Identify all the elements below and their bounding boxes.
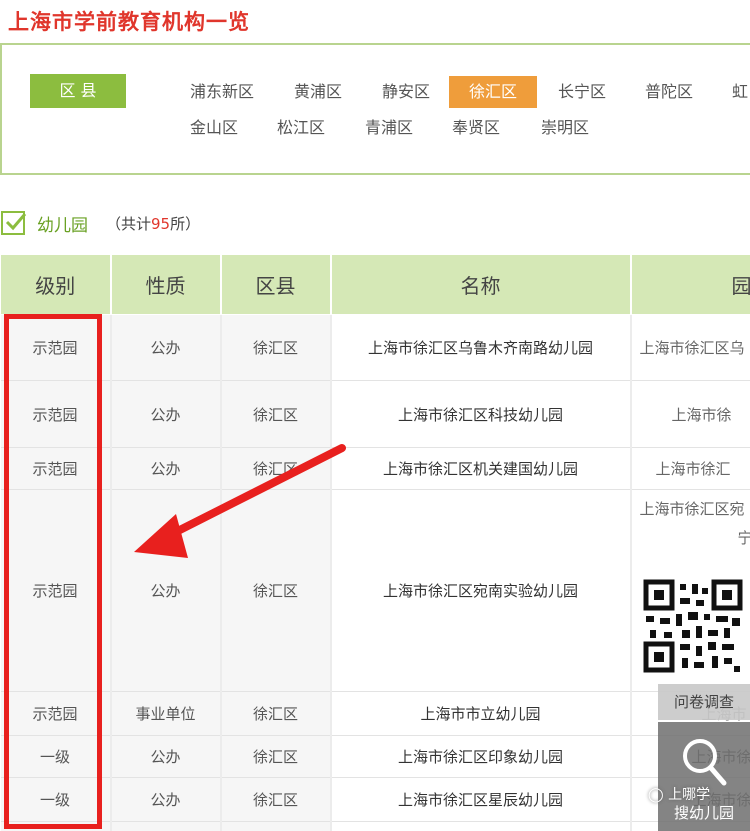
table-row[interactable]: 示范园 公办 徐汇区 上海市徐汇区科技幼儿园 上海市徐 [0, 380, 750, 448]
district-tag-chongming[interactable]: 崇明区 [527, 112, 603, 144]
cell-name[interactable]: 上海市徐汇区印象幼儿园 [330, 735, 632, 778]
kindergarten-table: 级别 性质 区县 名称 园 示范园 公办 徐汇区 上海市徐汇区乌鲁木齐南路幼儿园… [0, 254, 750, 831]
kindergarten-table-container[interactable]: 级别 性质 区县 名称 园 示范园 公办 徐汇区 上海市徐汇区乌鲁木齐南路幼儿园… [0, 254, 750, 831]
qr-code-icon [643, 579, 743, 673]
kindergarten-section-header: 幼儿园 （共计95所） [0, 208, 200, 238]
table-row[interactable]: 一级 公办 徐汇区 上海市徐汇区星辰幼儿园 上海市徐汇区 [0, 777, 750, 822]
cell-district: 徐汇区 [220, 777, 332, 822]
cell-type: 公办 [110, 489, 222, 692]
table-row[interactable]: 示范园 公办 徐汇区 上海市徐汇区宛南实验幼儿园 上海市徐汇区宛 宁 [0, 489, 750, 692]
district-tag-jinshan[interactable]: 金山区 [176, 112, 252, 144]
header-district[interactable]: 区县 [220, 254, 332, 315]
page-title: 上海市学前教育机构一览 [8, 10, 250, 34]
cell-district: 徐汇区 [220, 314, 332, 381]
table-row[interactable] [0, 821, 750, 831]
cell-address: 上海市徐 [630, 380, 750, 448]
table-header-row: 级别 性质 区县 名称 园 [0, 254, 750, 315]
header-level[interactable]: 级别 [0, 254, 112, 315]
cell-name[interactable]: 上海市徐汇区机关建国幼儿园 [330, 447, 632, 490]
cell-district: 徐汇区 [220, 489, 332, 692]
search-icon [683, 739, 727, 786]
kindergarten-checkbox[interactable] [1, 211, 27, 235]
cell-district: 徐汇区 [220, 691, 332, 736]
cell-name[interactable]: 上海市徐汇区宛南实验幼儿园 [330, 489, 632, 692]
wechat-icon: ◯ [648, 787, 664, 803]
district-tag-pudong[interactable]: 浦东新区 [176, 76, 268, 108]
header-name[interactable]: 名称 [330, 254, 632, 315]
cell-name[interactable]: 上海市徐汇区科技幼儿园 [330, 380, 632, 448]
district-tag-hongkou[interactable]: 虹口区 [718, 76, 750, 108]
cell-address: 上海市徐汇 [630, 447, 750, 490]
cell-type: 公办 [110, 777, 222, 822]
cell-type: 公办 [110, 735, 222, 778]
cell-name[interactable]: 上海市徐汇区乌鲁木齐南路幼儿园 [330, 314, 632, 381]
checkmark-icon [5, 213, 27, 231]
table-row[interactable]: 一级 公办 徐汇区 上海市徐汇区印象幼儿园 上海市徐汇区 [0, 735, 750, 778]
district-tag-changning[interactable]: 长宁区 [544, 76, 620, 108]
district-tag-songjiang[interactable]: 松江区 [263, 112, 339, 144]
cell-district: 徐汇区 [220, 447, 332, 490]
cell-address-line1: 上海市徐汇区宛 [639, 500, 745, 518]
table-row[interactable]: 示范园 公办 徐汇区 上海市徐汇区机关建国幼儿园 上海市徐汇 [0, 447, 750, 490]
section-name: 幼儿园 [37, 215, 88, 236]
cell-name[interactable]: 上海市徐汇区星辰幼儿园 [330, 777, 632, 822]
district-filter-label: 区 县 [30, 74, 126, 108]
section-count: （共计95所） [106, 214, 201, 233]
cell-address-line2: 宁 [640, 527, 750, 548]
district-tag-qingpu[interactable]: 青浦区 [351, 112, 427, 144]
district-tag-putuo[interactable]: 普陀区 [631, 76, 707, 108]
header-address[interactable]: 园 [630, 254, 750, 315]
cell-type: 公办 [110, 447, 222, 490]
district-tag-jingan[interactable]: 静安区 [368, 76, 444, 108]
cell-address: 上海市徐汇区乌 [630, 314, 750, 381]
cell-type: 事业单位 [110, 691, 222, 736]
cell-type: 公办 [110, 314, 222, 381]
table-row[interactable]: 示范园 事业单位 徐汇区 上海市市立幼儿园 上海市 [0, 691, 750, 736]
watermark: ◯ 上哪学 [648, 787, 711, 803]
header-type[interactable]: 性质 [110, 254, 222, 315]
district-tag-fengxian[interactable]: 奉贤区 [438, 112, 514, 144]
district-tag-xuhui[interactable]: 徐汇区 [449, 76, 537, 108]
survey-button[interactable]: 问卷调查 [658, 684, 750, 720]
district-tag-huangpu[interactable]: 黄浦区 [280, 76, 356, 108]
search-kindergarten-label: 搜幼儿园 [673, 804, 734, 822]
cell-district: 徐汇区 [220, 380, 332, 448]
cell-name[interactable]: 上海市市立幼儿园 [330, 691, 632, 736]
level-column-highlight [4, 314, 102, 829]
qr-code [640, 578, 746, 674]
cell-type: 公办 [110, 380, 222, 448]
search-kindergarten-button[interactable]: 搜幼儿园 [658, 722, 750, 831]
cell-district: 徐汇区 [220, 735, 332, 778]
district-filter-panel: 区 县 浦东新区 黄浦区 静安区 徐汇区 长宁区 普陀区 虹口区 金山区 松江区… [0, 43, 750, 175]
table-row[interactable]: 示范园 公办 徐汇区 上海市徐汇区乌鲁木齐南路幼儿园 上海市徐汇区乌 [0, 314, 750, 381]
